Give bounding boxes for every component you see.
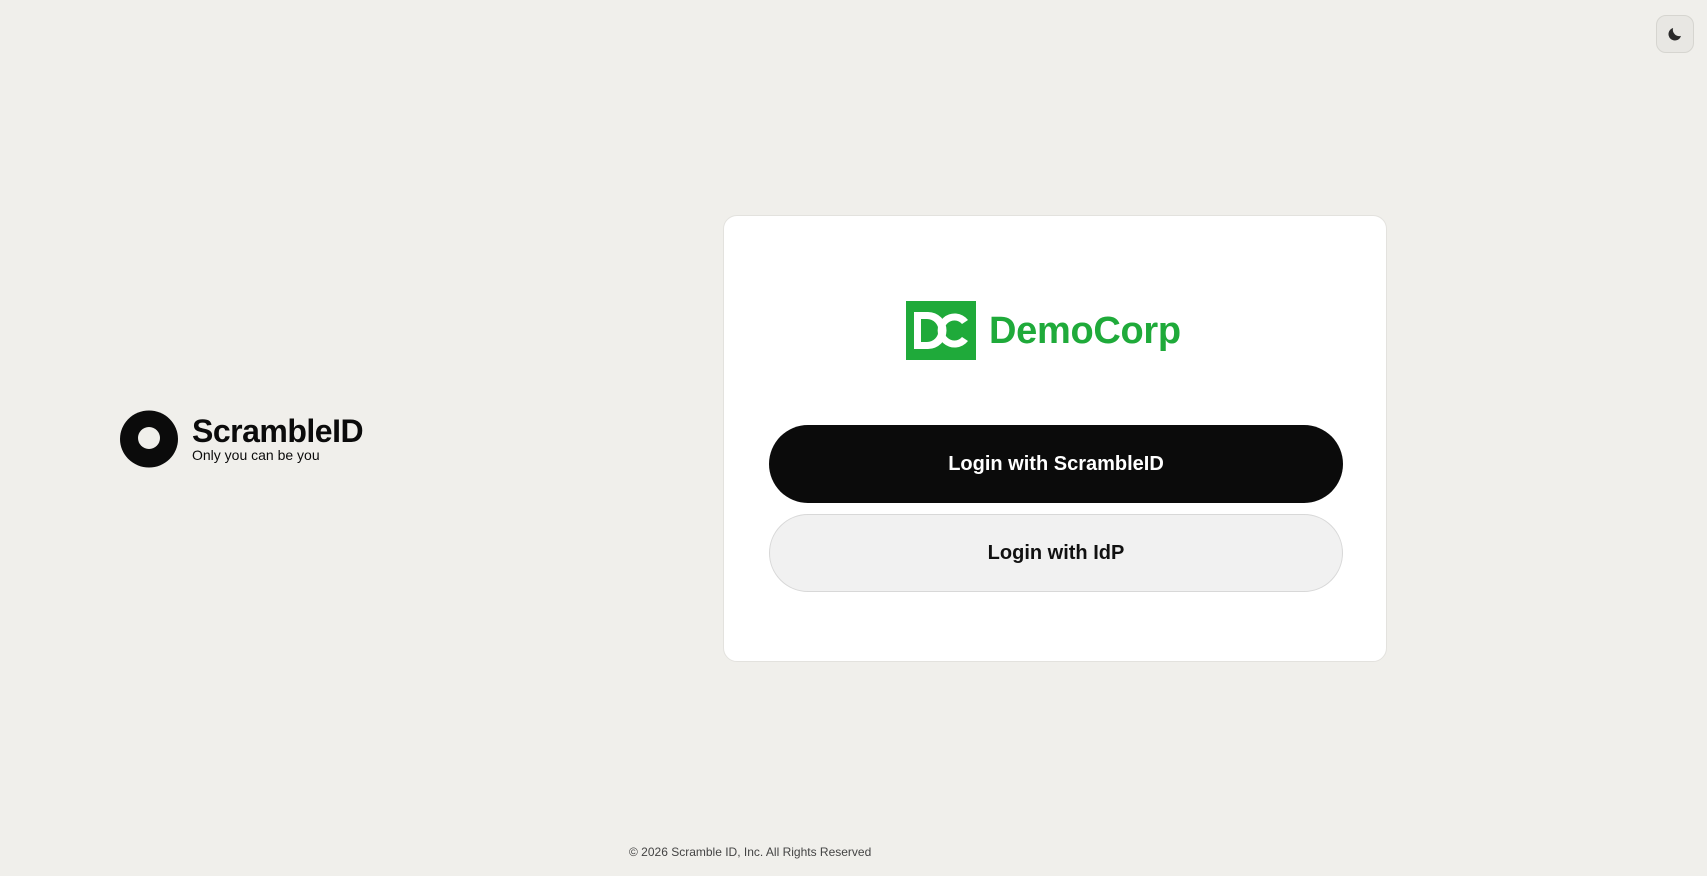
scrambleid-brand: ScrambleID Only you can be you [120,410,364,468]
moon-icon [1668,28,1681,41]
theme-toggle-button[interactable] [1656,15,1694,53]
brand-name: ScrambleID [192,412,364,449]
login-page: ScrambleID Only you can be you DemoCorp … [0,0,1707,876]
scrambleid-logo-icon [120,410,178,468]
brand-tagline: Only you can be you [192,446,320,463]
company-name: DemoCorp [989,309,1181,352]
login-card: DemoCorp Login with ScrambleID Login wit… [723,215,1387,662]
login-idp-button[interactable]: Login with IdP [769,514,1343,592]
login-scrambleid-button[interactable]: Login with ScrambleID [769,425,1343,503]
footer-copyright: © 2026 Scramble ID, Inc. All Rights Rese… [629,845,872,859]
company-logo: DemoCorp [906,301,1181,360]
democorp-logo-icon [906,301,976,360]
brand-text: ScrambleID Only you can be you [192,412,364,463]
